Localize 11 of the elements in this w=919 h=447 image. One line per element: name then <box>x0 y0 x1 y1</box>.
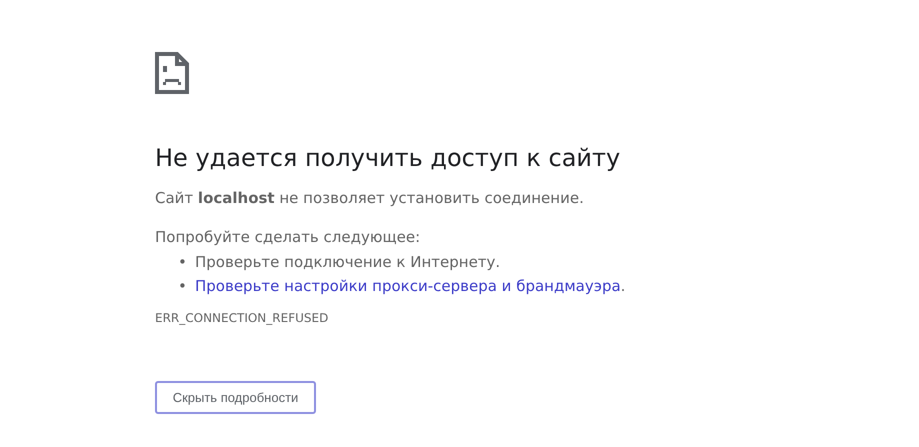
error-message: Сайт localhost не позволяет установить соединение. <box>155 188 585 209</box>
sad-page-icon <box>155 52 189 94</box>
error-heading: Не удается получить доступ к сайту <box>155 143 622 173</box>
settings-link[interactable]: Проверьте настройки прокси-сервера и брандмауэра <box>195 277 621 295</box>
bullet: • <box>178 252 188 273</box>
suggestions-intro: Попробуйте сделать следующее: <box>155 227 422 248</box>
bullet: • <box>178 276 188 297</box>
hide-details-button[interactable]: Скрыть подробности <box>155 381 316 414</box>
suggestion-text: Проверьте настройки прокси-сервера и брандмауэра. <box>195 277 626 295</box>
suggestion-text: Проверьте подключение к Интернету. <box>195 253 500 271</box>
error-code: ERR_CONNECTION_REFUSED <box>155 310 330 326</box>
